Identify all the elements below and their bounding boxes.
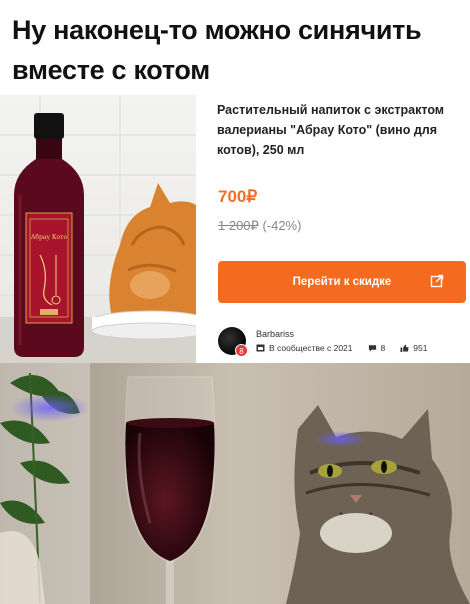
go-to-discount-button[interactable]: Перейти к скидке [218,261,466,303]
community-since: В сообществе с 2021 [269,343,353,353]
go-to-discount-label: Перейти к скидке [292,276,392,288]
comments-count: 8 [380,343,386,353]
old-price-row: 1 200₽ (-42%) [218,218,301,234]
likes-count: 951 [413,343,428,353]
bottle-label-brand: Абрау Кото [31,234,68,241]
author-block: 8 Barbariss В сообществе с 2021 8 951 [218,327,468,359]
current-price: 700₽ [218,187,258,206]
caption-line-1: Ну наконец-то можно синячить [12,15,422,45]
avatar-badge: 8 [235,344,248,357]
comment-icon [368,345,376,352]
calendar-icon [256,344,265,352]
product-title[interactable]: Растительный напиток с экстрактом валери… [217,100,462,160]
external-link-icon [430,274,444,288]
meme-caption: Ну наконец-то можно синячить вместе с ко… [12,10,462,90]
caption-line-2: вместе с котом [12,55,210,85]
wine-cat-photo [0,363,470,604]
discount-percent: (-42%) [262,218,302,233]
product-photo: Абрау Кото [0,95,196,363]
author-meta: В сообществе с 2021 8 951 [256,343,427,353]
old-price: 1 200₽ [218,218,259,233]
author-name[interactable]: Barbariss [256,329,294,339]
thumbs-up-icon [400,344,409,352]
product-card: Абрау Кото Растительный напиток с экстра… [0,95,470,363]
